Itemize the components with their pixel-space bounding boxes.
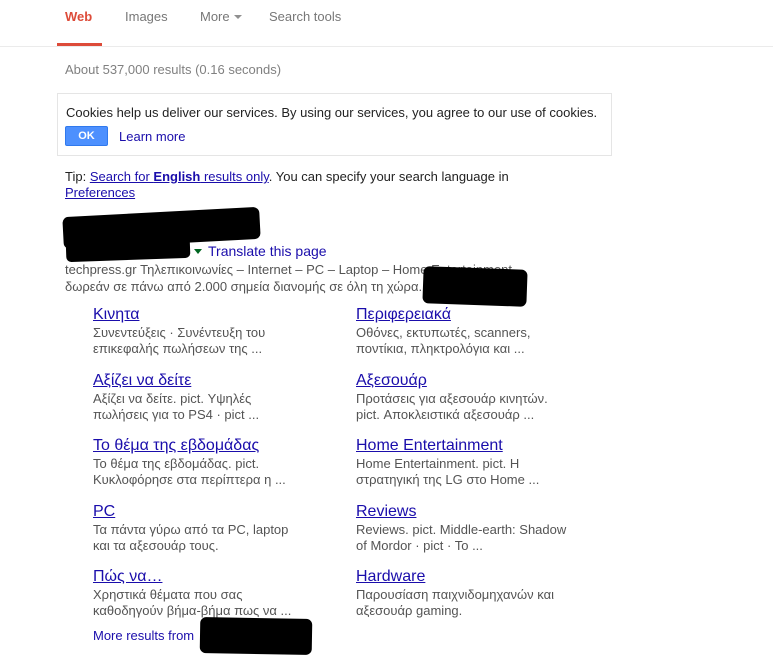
sitelink-description: Συνεντεύξεις · Συνέντευξη του επικεφαλής… [93,325,266,356]
english-results-link[interactable]: Search for English results only [90,169,269,184]
sitelink-description: Το θέμα της εβδομάδας. pict. Κυκλοφόρησε… [93,456,286,487]
tab-images[interactable]: Images [125,9,168,25]
redaction-mark [65,233,191,263]
sitelink-title[interactable]: Αξίζει να δείτε [93,371,308,390]
more-results-link[interactable]: More results from [93,628,194,643]
sitelink: Αξεσουάρ Προτάσεις για αξεσουάρ κινητών.… [356,371,571,423]
result-stats: About 537,000 results (0.16 seconds) [65,62,282,77]
language-tip: Tip: Search for English results only. Yo… [65,169,535,201]
sitelink-description: Αξίζει να δείτε. pict. Υψηλές πωλήσεις γ… [93,391,260,422]
translate-page-link[interactable]: Translate this page [208,243,327,259]
sitelink-title[interactable]: Hardware [356,567,571,586]
sitelink-title[interactable]: Home Entertainment [356,436,571,455]
sitelink-description: Παρουσίαση παιχνιδομηχανών και αξεσουάρ … [356,587,555,618]
tip-middle-text: . You can specify your search language i… [268,169,509,184]
sitelink-title[interactable]: PC [93,502,308,521]
search-results-page: Web Images More Search tools About 537,0… [0,0,773,661]
sitelink: Αξίζει να δείτε Αξίζει να δείτε. pict. Υ… [93,371,308,423]
chevron-down-icon [233,15,242,19]
sitelink: Hardware Παρουσίαση παιχνιδομηχανών και … [356,567,571,619]
preferences-link[interactable]: Preferences [65,185,135,200]
tab-search-tools[interactable]: Search tools [269,9,341,25]
sitelink-title[interactable]: Reviews [356,502,571,521]
sitelink-description: Χρηστικά θέματα που σας καθοδηγούν βήμα-… [93,587,292,618]
active-tab-indicator [57,43,102,46]
sitelink-description: Home Entertainment. pict. Η στρατηγική τ… [356,456,540,487]
english-link-part1: Search for [89,169,154,184]
sitelink-description: Προτάσεις για αξεσουάρ κινητών. pict. Απ… [356,391,548,422]
english-link-part2: results only [200,169,269,184]
sitelink-title[interactable]: Περιφερειακά [356,305,571,324]
sitelink: Κινητα Συνεντεύξεις · Συνέντευξη του επι… [93,305,308,357]
cookie-notice: Cookies help us deliver our services. By… [57,93,612,156]
sitelink-description: Τα πάντα γύρω από τα PC, laptop και τα α… [93,522,289,553]
search-tabs-bar: Web Images More Search tools [0,0,773,47]
url-dropdown-caret-icon[interactable] [194,249,202,254]
tab-more[interactable]: More [200,9,242,25]
tab-web[interactable]: Web [65,9,92,25]
sitelink-title[interactable]: Αξεσουάρ [356,371,571,390]
cookie-ok-button[interactable]: OK [65,126,108,146]
sitelink-title[interactable]: Το θέμα της εβδομάδας [93,436,308,455]
sitelink: Πώς να… Χρηστικά θέματα που σας καθοδηγο… [93,567,308,619]
cookie-notice-text: Cookies help us deliver our services. By… [66,105,598,120]
tip-prefix: Tip: [65,169,90,184]
sitelink-description: Reviews. pict. Middle-earth: Shadow of M… [356,522,567,553]
english-link-bold: English [153,169,201,184]
redaction-mark [199,617,313,655]
sitelink: PC Τα πάντα γύρω από τα PC, laptop και τ… [93,502,308,554]
sitelink-title[interactable]: Πώς να… [93,567,308,586]
sitelink: Το θέμα της εβδομάδας Το θέμα της εβδομά… [93,436,308,488]
sitelink: Reviews Reviews. pict. Middle-earth: Sha… [356,502,571,554]
sitelink: Περιφερειακά Οθόνες, εκτυπωτές, scanners… [356,305,571,357]
sitelink-title[interactable]: Κινητα [93,305,308,324]
redaction-mark [422,266,528,307]
learn-more-link[interactable]: Learn more [119,129,185,144]
sitelink-description: Οθόνες, εκτυπωτές, scanners, ποντίκια, π… [356,325,531,356]
tab-more-label: More [200,9,230,24]
sitelink: Home Entertainment Home Entertainment. p… [356,436,571,488]
